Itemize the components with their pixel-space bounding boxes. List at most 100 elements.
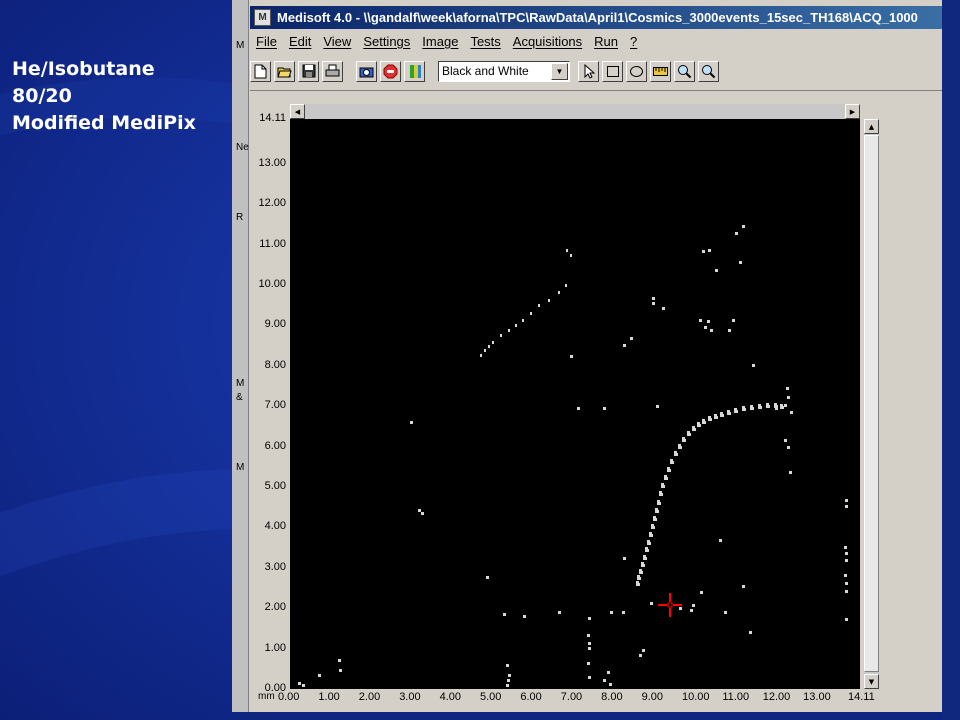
menu-file[interactable]: File bbox=[250, 34, 283, 49]
title-bar[interactable]: M Medisoft 4.0 - \\gandalf\week\aforna\T… bbox=[250, 6, 942, 29]
scroll-down-icon[interactable]: ▼ bbox=[864, 674, 879, 689]
menu-run[interactable]: Run bbox=[588, 34, 624, 49]
hit-pixel bbox=[669, 469, 671, 472]
hit-pixel bbox=[845, 618, 848, 621]
horizontal-scrollbar[interactable]: ◀ ▶ bbox=[290, 104, 860, 119]
hit-pixel bbox=[789, 471, 792, 474]
menu-tests[interactable]: Tests bbox=[464, 34, 506, 49]
pointer-icon[interactable] bbox=[578, 60, 599, 82]
hit-pixel bbox=[845, 505, 848, 508]
hit-pixel bbox=[729, 412, 731, 415]
y-tick-label: 10.00 bbox=[258, 278, 286, 291]
strip-letter: R bbox=[236, 212, 244, 223]
new-file-icon[interactable] bbox=[250, 60, 271, 82]
hit-pixel bbox=[710, 329, 713, 332]
chevron-down-icon[interactable]: ▼ bbox=[551, 62, 568, 80]
ellipse-icon[interactable] bbox=[626, 60, 647, 82]
y-tick-label: 8.00 bbox=[264, 358, 286, 371]
menu-acquisitions[interactable]: Acquisitions bbox=[507, 34, 588, 49]
hit-pixel bbox=[558, 611, 561, 614]
open-folder-icon[interactable] bbox=[274, 60, 295, 82]
y-tick-label: 7.00 bbox=[264, 399, 286, 412]
hit-pixel bbox=[515, 324, 517, 327]
rectangle-icon[interactable] bbox=[602, 60, 623, 82]
hit-pixel bbox=[655, 518, 657, 521]
hit-pixel bbox=[666, 477, 668, 480]
hit-pixel bbox=[782, 406, 784, 409]
save-icon[interactable] bbox=[298, 60, 319, 82]
y-tick-label: 12.00 bbox=[258, 197, 286, 210]
stop-icon[interactable] bbox=[380, 60, 401, 82]
x-tick-label: 2.00 bbox=[358, 691, 381, 703]
hit-pixel bbox=[692, 604, 695, 607]
zoom-out-icon[interactable] bbox=[698, 60, 719, 82]
hit-pixel bbox=[742, 225, 745, 228]
hit-pixel bbox=[739, 261, 742, 264]
hit-pixel bbox=[558, 291, 560, 294]
scroll-left-icon[interactable]: ◀ bbox=[290, 104, 305, 119]
y-tick-label: 11.00 bbox=[259, 237, 286, 250]
scroll-up-icon[interactable]: ▲ bbox=[864, 119, 879, 134]
hit-pixel bbox=[845, 590, 848, 593]
hit-pixel bbox=[845, 499, 848, 502]
ruler-icon[interactable] bbox=[650, 60, 671, 82]
hit-map bbox=[298, 225, 848, 687]
x-tick-label: 9.00 bbox=[641, 691, 663, 703]
color-mode-select[interactable]: Black and White ▼ bbox=[438, 60, 570, 82]
image-panel: ◀ ▶ ▲ ▼ 14.11 13.00 12.00 11.00 10.00 9.00 8.0… bbox=[250, 90, 942, 714]
palette-icon[interactable] bbox=[404, 60, 425, 82]
hit-pixel bbox=[649, 542, 651, 545]
hit-pixel bbox=[790, 411, 793, 414]
menu-help[interactable]: ? bbox=[624, 34, 643, 49]
strip-letter: M bbox=[236, 40, 245, 51]
zoom-in-icon[interactable] bbox=[674, 60, 695, 82]
camera-icon[interactable] bbox=[356, 60, 377, 82]
print-icon[interactable] bbox=[322, 60, 343, 82]
y-tick-label: 3.00 bbox=[264, 560, 286, 573]
hit-pixel bbox=[638, 583, 640, 586]
hit-pixel bbox=[652, 302, 655, 305]
y-tick-label: 2.00 bbox=[264, 601, 286, 614]
menu-view[interactable]: View bbox=[317, 34, 357, 49]
vertical-scrollbar[interactable]: ▲ ▼ bbox=[864, 119, 879, 689]
caption-line-ratio: 80/20 bbox=[12, 85, 72, 107]
slide-edge bbox=[942, 0, 960, 720]
scroll-right-icon[interactable]: ▶ bbox=[845, 104, 860, 119]
strip-letter: M bbox=[236, 462, 245, 473]
hit-pixel bbox=[500, 334, 502, 337]
scroll-thumb[interactable] bbox=[864, 135, 879, 672]
hit-pixel bbox=[716, 416, 718, 419]
hit-pixel bbox=[645, 557, 647, 560]
hit-pixel bbox=[587, 662, 590, 665]
hit-pixel bbox=[302, 684, 305, 687]
hit-pixel bbox=[623, 557, 626, 560]
hit-pixel bbox=[760, 406, 762, 409]
hit-pixel bbox=[570, 355, 573, 358]
hit-pixel bbox=[679, 607, 682, 610]
menu-settings[interactable]: Settings bbox=[357, 34, 416, 49]
hit-pixel bbox=[652, 297, 655, 300]
crosshair-cursor-icon[interactable] bbox=[658, 593, 682, 617]
app-icon[interactable]: M bbox=[254, 9, 271, 26]
hit-pixel bbox=[603, 407, 606, 410]
hit-pixel bbox=[680, 446, 682, 449]
detector-image[interactable] bbox=[290, 119, 860, 689]
hit-pixel bbox=[784, 404, 787, 407]
hit-pixel bbox=[506, 684, 509, 687]
menu-image[interactable]: Image bbox=[416, 34, 464, 49]
hit-pixel bbox=[787, 396, 790, 399]
screenshot-window: M Ne R M & M M Medisoft 4.0 - \\gandalf\… bbox=[232, 0, 942, 714]
x-tick-label: 3.00 bbox=[399, 691, 421, 703]
hit-pixel bbox=[607, 671, 610, 674]
hit-pixel bbox=[530, 312, 532, 315]
hit-pixel bbox=[642, 649, 645, 652]
x-tick-label: 1.00 bbox=[318, 691, 340, 703]
hit-pixel bbox=[566, 249, 568, 252]
hit-pixel bbox=[775, 407, 778, 410]
menu-edit[interactable]: Edit bbox=[283, 34, 317, 49]
x-tick-label: 8.00 bbox=[601, 691, 623, 703]
hit-pixel bbox=[704, 421, 706, 424]
hit-pixel bbox=[662, 307, 665, 310]
hit-pixel bbox=[663, 485, 665, 488]
hit-pixel bbox=[768, 405, 770, 408]
